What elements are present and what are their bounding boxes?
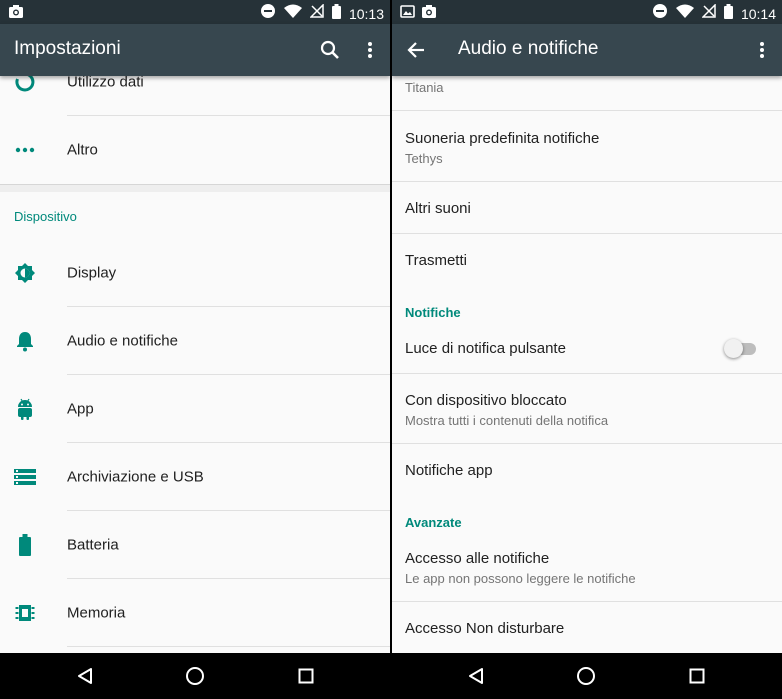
section-header-notifications: Notifiche [405,305,461,320]
battery-icon [723,3,733,24]
camera-notification-icon [421,4,437,24]
settings-item-data-usage[interactable]: Utilizzo dati [0,76,390,116]
pref-title: Suoneria predefinita notifiche [405,130,600,147]
data-usage-icon [14,76,36,93]
navigation-bar [0,653,782,699]
battery-icon [331,3,341,24]
pref-notification-access[interactable]: Accesso alle notifiche Le app non posson… [392,534,782,602]
search-icon[interactable] [316,36,344,64]
pref-dnd-access[interactable]: Accesso Non disturbare [392,602,782,653]
settings-item-label: Altro [67,141,98,159]
pref-title: Notifiche app [405,462,493,479]
pulse-light-toggle[interactable] [724,338,758,358]
pref-pulse-notification-light[interactable]: Luce di notifica pulsante [392,324,782,374]
home-circle-icon[interactable] [574,664,598,688]
section-header-device: Dispositivo [14,209,77,224]
preferences-list: Titania Suoneria predefinita notifiche T… [392,76,782,653]
recents-square-icon[interactable] [685,664,709,688]
overflow-menu-icon[interactable] [748,36,776,64]
settings-item-label: App [67,400,94,418]
divider [67,646,390,647]
page-title: Impostazioni [14,38,121,59]
settings-item-display[interactable]: Display [0,239,390,307]
pref-title: Trasmetti [405,252,467,269]
settings-screen: 10:13 Impostazioni Utilizzo dati Altro D… [0,0,390,653]
pref-summary: Titania [405,80,444,95]
app-bar: Impostazioni [0,24,390,76]
settings-list: Utilizzo dati Altro Dispositivo Display … [0,76,390,653]
pref-summary: Le app non possono leggere le notifiche [405,571,636,586]
pref-title: Altri suoni [405,200,471,217]
sound-notification-screen: 10:14 Audio e notifiche Titania Suoneria… [392,0,782,653]
settings-item-label: Batteria [67,536,119,554]
memory-icon [14,602,36,624]
settings-item-memory[interactable]: Memoria [0,579,390,647]
back-triangle-icon[interactable] [464,664,488,688]
more-dots-icon [14,139,36,161]
pref-phone-ringtone[interactable]: Titania [392,76,782,111]
no-signal-icon [701,3,716,23]
wifi-icon [675,4,694,24]
settings-item-sound[interactable]: Audio e notifiche [0,307,390,375]
settings-item-label: Audio e notifiche [67,332,178,350]
settings-item-more[interactable]: Altro [0,116,390,184]
brightness-icon [14,262,36,284]
settings-item-label: Archiviazione e USB [67,468,204,486]
home-circle-icon[interactable] [183,664,207,688]
pref-notification-ringtone[interactable]: Suoneria predefinita notifiche Tethys [392,111,782,182]
pref-other-sounds[interactable]: Altri suoni [392,182,782,234]
status-bar: 10:14 [392,0,782,24]
pref-summary: Mostra tutti i contenuti della notifica [405,413,609,428]
camera-notification-icon [8,4,24,24]
pref-summary: Tethys [405,151,443,166]
clock: 10:14 [740,5,776,22]
section-header-advanced: Avanzate [405,515,462,530]
dnd-minus-icon [652,3,668,24]
settings-item-storage[interactable]: Archiviazione e USB [0,443,390,511]
no-signal-icon [309,3,324,23]
status-bar: 10:13 [0,0,390,24]
pref-title: Luce di notifica pulsante [405,340,566,357]
toggle-thumb [724,339,743,358]
section-divider [0,184,390,192]
storage-icon [14,466,36,488]
back-arrow-icon[interactable] [402,36,430,64]
clock: 10:13 [348,5,384,22]
battery-icon [14,534,36,556]
wifi-icon [283,4,302,24]
pref-title: Accesso alle notifiche [405,550,550,567]
app-bar: Audio e notifiche [392,24,782,76]
bell-icon [14,330,36,352]
image-notification-icon [400,4,415,24]
recents-square-icon[interactable] [294,664,318,688]
overflow-menu-icon[interactable] [356,36,384,64]
pref-cast[interactable]: Trasmetti [392,234,782,286]
pref-title: Accesso Non disturbare [405,620,565,637]
settings-item-apps[interactable]: App [0,375,390,443]
pref-app-notifications[interactable]: Notifiche app [392,444,782,496]
settings-item-battery[interactable]: Batteria [0,511,390,579]
android-icon [14,398,36,420]
settings-item-label: Memoria [67,604,126,622]
pref-lock-screen[interactable]: Con dispositivo bloccato Mostra tutti i … [392,374,782,444]
dnd-minus-icon [260,3,276,24]
back-triangle-icon[interactable] [73,664,97,688]
settings-item-label: Utilizzo dati [67,76,144,91]
pref-title: Con dispositivo bloccato [405,392,567,409]
settings-item-label: Display [67,264,117,282]
page-title: Audio e notifiche [458,38,599,59]
